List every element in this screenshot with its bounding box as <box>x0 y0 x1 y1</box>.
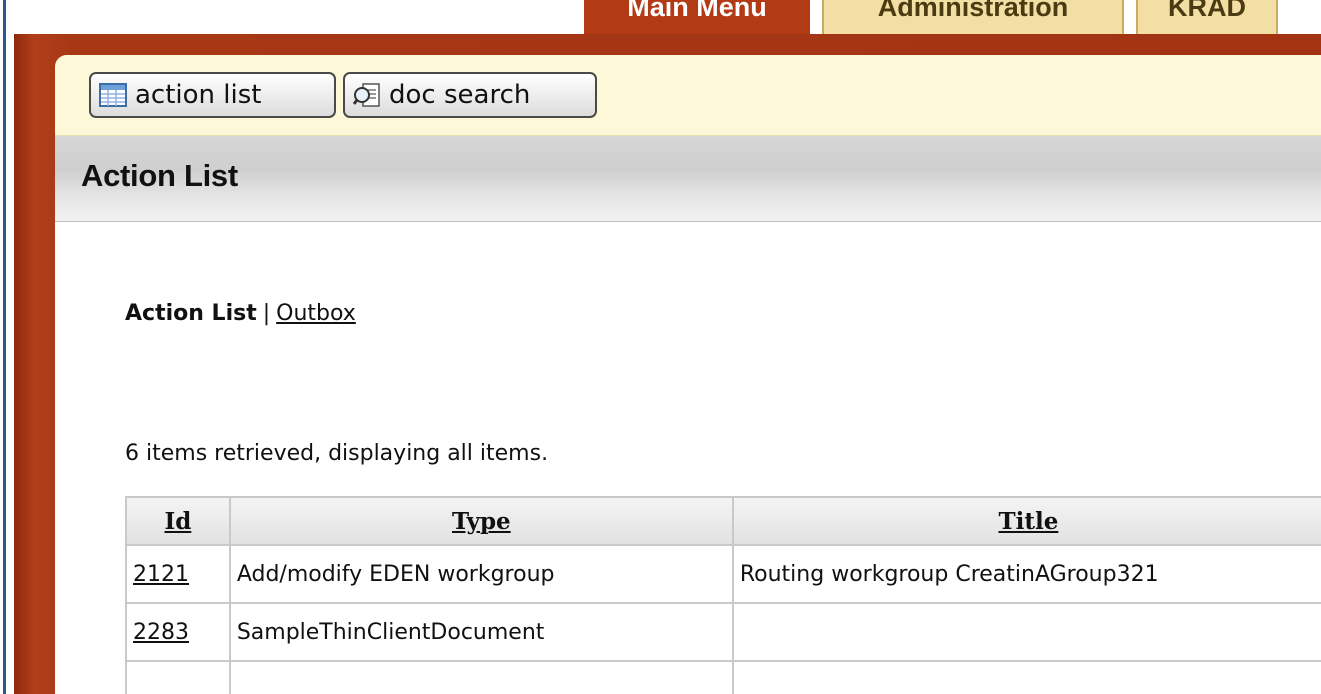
row-id-cell: 2121 <box>125 544 231 604</box>
row-type-cell: SampleThinClientDocument <box>228 602 734 662</box>
table-row <box>125 660 1321 694</box>
page-header: Action List <box>55 136 1321 222</box>
window-edge-line <box>3 0 6 694</box>
action-list-button[interactable]: action list <box>89 72 336 118</box>
tab-main-menu-label: Main Menu <box>627 0 767 22</box>
row-title-cell <box>731 602 1321 662</box>
action-list-button-label: action list <box>135 80 262 110</box>
document-id-link[interactable]: 2283 <box>133 620 189 645</box>
nav-separator: | <box>262 301 271 326</box>
doc-search-button[interactable]: doc search <box>343 72 597 118</box>
row-title-cell <box>731 660 1321 694</box>
table-row: 2121 Add/modify EDEN workgroup Routing w… <box>125 544 1321 604</box>
document-id-link[interactable]: 2121 <box>133 562 189 587</box>
toolbar: action list doc search <box>55 55 1321 136</box>
content-panel: action list doc search Action List Actio… <box>55 55 1321 694</box>
table-grid-icon <box>99 83 127 107</box>
row-type-cell: Add/modify EDEN workgroup <box>228 544 734 604</box>
row-id-cell <box>125 660 231 694</box>
row-type-cell <box>228 660 734 694</box>
column-header-type[interactable]: Type <box>228 496 734 546</box>
tab-administration-label: Administration <box>877 0 1069 22</box>
nav-outbox-link[interactable]: Outbox <box>276 301 356 326</box>
page-title: Action List <box>81 158 238 193</box>
doc-search-button-label: doc search <box>389 80 531 110</box>
tab-krad[interactable]: KRAD <box>1136 0 1278 34</box>
window-left-edge <box>0 0 14 694</box>
tab-krad-label: KRAD <box>1168 0 1246 22</box>
tab-main-menu[interactable]: Main Menu <box>584 0 810 34</box>
tab-administration[interactable]: Administration <box>822 0 1124 34</box>
table-header-row: Id Type Title <box>125 496 1321 546</box>
row-id-cell: 2283 <box>125 602 231 662</box>
results-summary: 6 items retrieved, displaying all items. <box>125 441 549 466</box>
nav-action-list-current: Action List <box>125 301 257 326</box>
row-title-cell: Routing workgroup CreatinAGroup321 <box>731 544 1321 604</box>
action-list-nav: Action List | Outbox <box>125 301 356 326</box>
magnifier-document-icon <box>353 83 380 107</box>
column-header-id[interactable]: Id <box>125 496 231 546</box>
table-row: 2283 SampleThinClientDocument <box>125 602 1321 662</box>
column-header-title[interactable]: Title <box>731 496 1321 546</box>
action-list-table: Id Type Title 2121 Add/modify EDEN workg… <box>125 496 1321 694</box>
